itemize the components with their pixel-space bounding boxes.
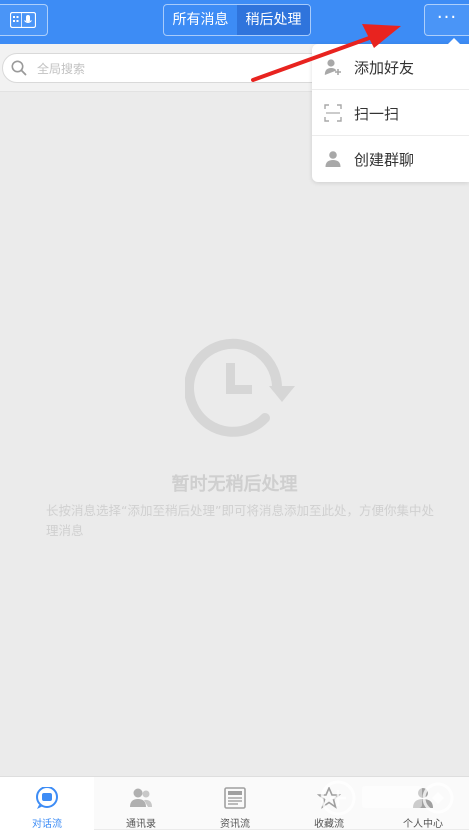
nav-item-label: 资讯流: [220, 819, 250, 830]
annotation-arrow-icon: [251, 24, 401, 82]
scan-icon: [324, 104, 342, 122]
menu-item-label: 创建群聊: [354, 151, 415, 169]
nav-item-label: 通讯录: [126, 819, 156, 830]
news-icon: [224, 787, 246, 809]
nav-item-contacts[interactable]: 通讯录: [94, 777, 188, 830]
menu-item-create-group[interactable]: 创建群聊: [312, 136, 469, 182]
nav-item-label: 对话流: [32, 819, 62, 830]
clock-icon: [185, 338, 295, 437]
empty-state-title: 暂时无稍后处理: [171, 474, 298, 495]
nav-item-chat[interactable]: 对话流: [0, 777, 94, 830]
contacts-icon: [130, 788, 152, 807]
empty-state-description: 长按消息选择“添加至稍后处理”即可将消息添加至此处，方便你集中处理消息: [46, 503, 434, 538]
menu-item-label: 扫一扫: [354, 105, 400, 123]
chat-icon: [36, 787, 58, 809]
create-group-icon: [325, 151, 341, 167]
site-watermark-logo: [320, 780, 454, 816]
nav-item-news[interactable]: 资讯流: [188, 777, 282, 830]
